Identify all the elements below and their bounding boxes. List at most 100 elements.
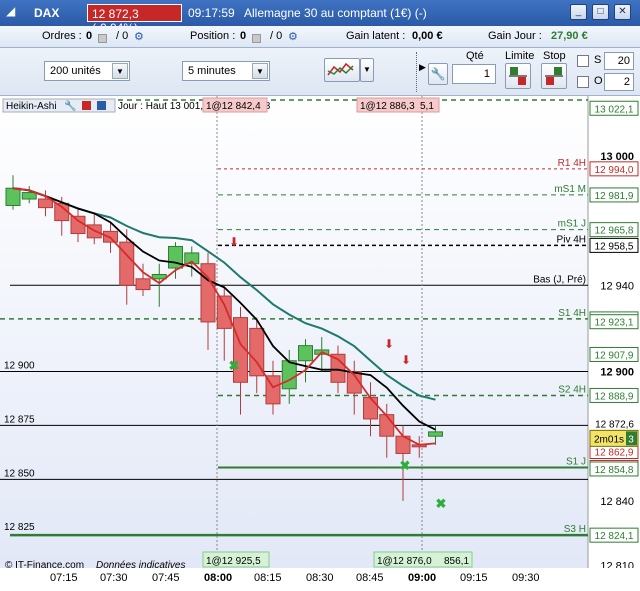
left-tick-label: 12 900 (4, 361, 35, 372)
o-checkbox[interactable] (577, 76, 589, 88)
o-input[interactable]: 2 (604, 73, 634, 91)
limit-order-icon (509, 67, 527, 85)
stop-order-icon (545, 67, 563, 85)
close-button[interactable]: ✕ (614, 4, 631, 20)
symbol-name: DAX (34, 6, 60, 20)
time-tick-label: 09:00 (408, 572, 437, 584)
time-tick-label: 08:15 (254, 572, 282, 584)
price-chart[interactable]: R1 4H mS1 M mS1 J Piv 4H Bas (J, Pré) S1 4H S2… (0, 96, 640, 568)
order-tag-bottom-right-qty: 856,1 (444, 556, 469, 567)
gain-latent-label: Gain latent : (346, 30, 406, 42)
limit-order-button[interactable] (505, 63, 531, 89)
position-total: / 0 (270, 30, 283, 42)
candle-body[interactable] (135, 278, 151, 291)
sell-signal-icon: ⬇ (229, 235, 239, 249)
left-tick-label: 12 875 (4, 414, 35, 425)
s-value: 20 (617, 55, 630, 67)
expand-icon[interactable]: ◢ (6, 4, 15, 18)
s-input[interactable]: 20 (604, 52, 634, 70)
time-tick-label: 09:30 (512, 572, 540, 584)
o-label: O (594, 75, 603, 87)
candle-body[interactable] (363, 396, 378, 420)
candle-body[interactable] (21, 192, 37, 200)
price-tick-label: 12 900 (600, 367, 634, 379)
time-tick-label: 07:30 (100, 572, 128, 584)
pivot-label: mS1 J (558, 219, 586, 230)
candle-body[interactable] (298, 345, 313, 362)
gain-jour-value: 27,90 € (551, 30, 588, 42)
expand-panel-icon[interactable]: ▶ (419, 62, 426, 73)
current-suffix-text: 3 (628, 434, 634, 445)
position-value: 0 (240, 30, 247, 42)
level-price-text: 12 824,1 (595, 531, 634, 542)
pivot-label: S2 4H (558, 384, 586, 395)
candle-body[interactable] (216, 295, 232, 329)
pivot-label: S1 4H (558, 308, 586, 319)
units-select[interactable]: 200 unités ▼ (44, 61, 130, 81)
orders-gear-icon[interactable]: ⚙ (134, 30, 144, 43)
gain-jour-label: Gain Jour : (488, 30, 542, 42)
level-price-text: 12 862,9 (595, 448, 634, 459)
wrench-icon[interactable]: 🔧 (64, 99, 76, 112)
price-tick-label: 13 000 (600, 151, 634, 163)
instrument-description: Allemagne 30 au comptant (1€) (-) (244, 6, 427, 20)
level-price-text: 12 854,8 (595, 465, 634, 476)
orders-total: / 0 (116, 30, 129, 42)
units-select-value: 200 unités (50, 65, 101, 77)
candle-body[interactable] (379, 414, 395, 437)
level-price-text: 12 923,1 (595, 318, 634, 329)
countdown-text: 2m01s (594, 434, 624, 445)
position-gear-icon[interactable]: ⚙ (288, 30, 298, 43)
indicators-button[interactable] (324, 58, 360, 82)
candle-body[interactable] (428, 431, 443, 437)
candle-body[interactable] (5, 187, 21, 206)
time-tick-label: 07:15 (50, 572, 78, 584)
pivot-label: Bas (J, Pré) (533, 274, 586, 285)
minimize-button[interactable]: _ (570, 4, 587, 20)
indicators-dropdown-button[interactable]: ▼ (360, 58, 374, 82)
timeframe-select-value: 5 minutes (188, 65, 236, 77)
order-tag-top-left-text: 1@12 842,4 (206, 101, 261, 112)
chevron-down-icon[interactable]: ▼ (112, 63, 128, 79)
window-title-bar[interactable]: ◢ DAX 12 872,3 (-0,94%) 09:17:59 Allemag… (0, 0, 640, 35)
time-tick-label: 08:00 (204, 572, 233, 584)
buy-signal-icon: ✖ (436, 496, 447, 511)
time-tick-label: 07:45 (152, 572, 180, 584)
candle-body[interactable] (103, 230, 118, 243)
gain-latent-value: 0,00 € (412, 30, 443, 42)
pivot-label: Piv 4H (557, 234, 586, 245)
price-change-badge: 12 872,3 (-0,94%) (87, 4, 182, 35)
time-tick-label: 08:45 (356, 572, 384, 584)
limit-label: Limite (505, 50, 535, 62)
chevron-down-icon[interactable]: ▼ (252, 63, 268, 79)
s-checkbox[interactable] (577, 55, 589, 67)
candle-body[interactable] (281, 360, 297, 390)
buy-signal-icon: ✖ (400, 458, 411, 473)
level-price-text: 12 907,9 (595, 350, 634, 361)
settings-indicator-icon[interactable] (97, 101, 106, 110)
order-tag-top-right-qty: 5,1 (420, 101, 434, 112)
maximize-button[interactable]: □ (592, 4, 609, 20)
timeframe-select[interactable]: 5 minutes ▼ (182, 61, 270, 81)
o-value: 2 (623, 76, 630, 88)
level-price-text: 12 981,9 (595, 191, 634, 202)
position-label: Position : (190, 30, 236, 42)
price-tick-label: 12 810 (600, 561, 634, 568)
wrench-button[interactable]: 🔧 (428, 63, 448, 85)
level-price-text: 12 965,8 (595, 226, 634, 237)
level-price-text: 12 888,9 (595, 391, 634, 402)
indicator-name: Heikin-Ashi (6, 101, 57, 112)
order-tag-bottom-right-text: 1@12 876,0 (377, 556, 432, 567)
chart-indicator-icon (327, 62, 354, 76)
delete-indicator-icon[interactable] (82, 101, 91, 110)
sell-signal-icon: ⬇ (384, 337, 394, 351)
stop-label: Stop (543, 50, 566, 62)
left-tick-label: 12 825 (4, 522, 35, 533)
pivot-label: S1 J (566, 456, 586, 467)
candle-body[interactable] (70, 215, 86, 235)
price-tick-label: 12 940 (600, 280, 634, 292)
qty-input[interactable]: 1 (452, 64, 496, 84)
brand-label: © IT-Finance.com (5, 560, 84, 568)
last-price-label: 12 872,6 (595, 419, 634, 430)
stop-order-button[interactable] (541, 63, 567, 89)
